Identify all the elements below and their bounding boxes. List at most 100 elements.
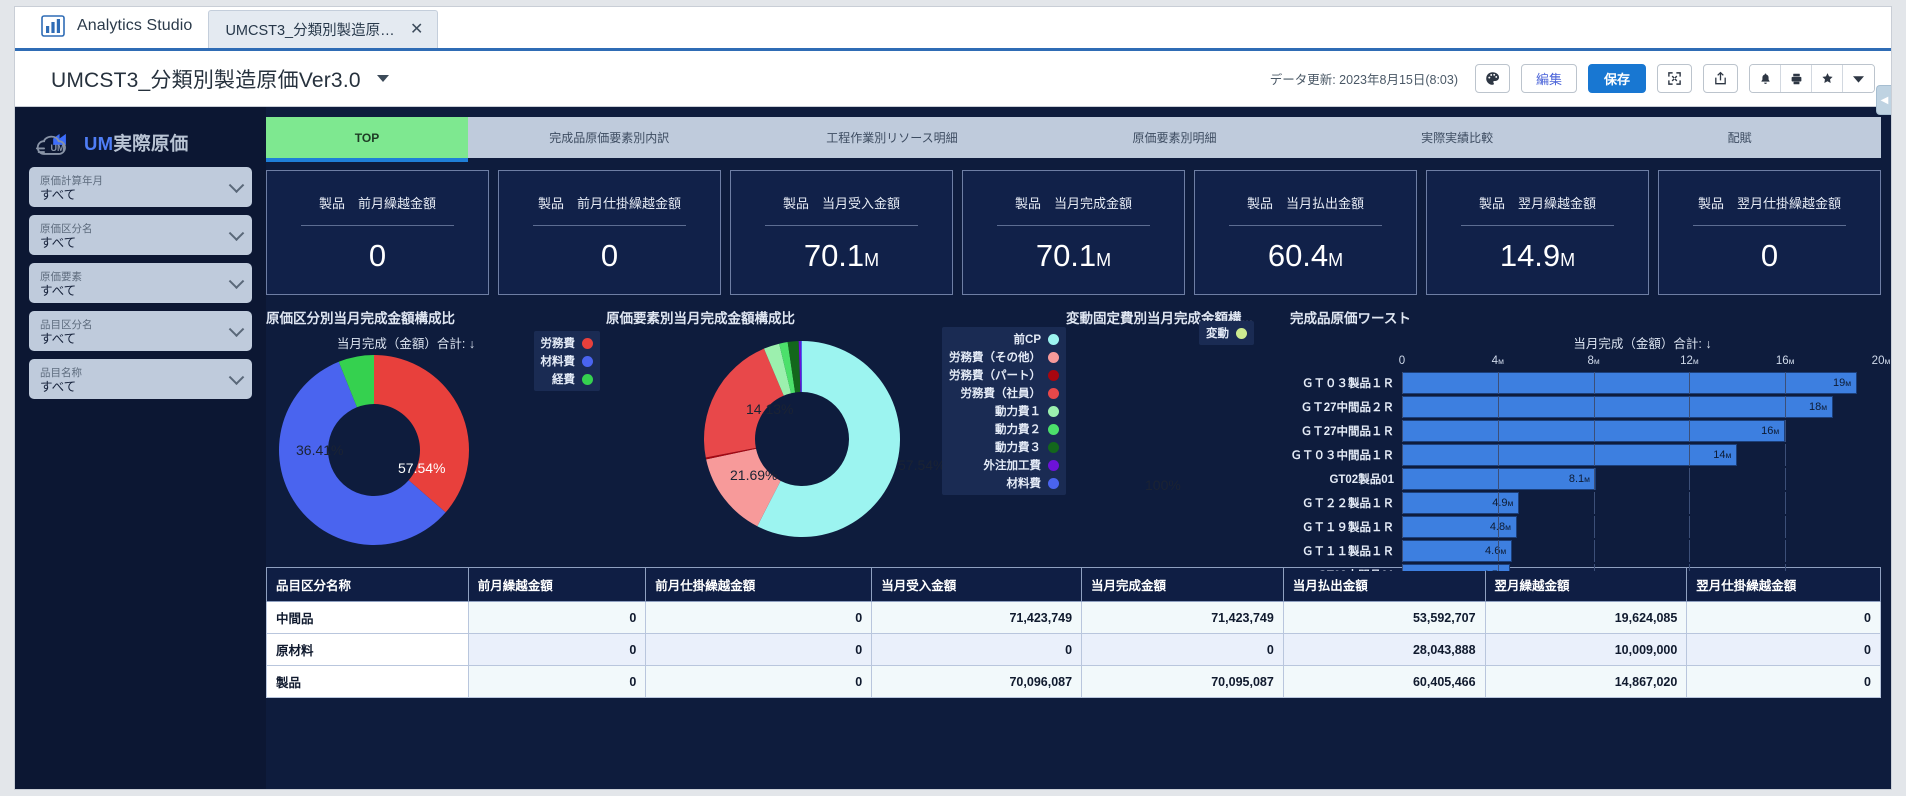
kpi-card-1[interactable]: 製品 前月仕掛繰越金額 0 <box>498 170 721 295</box>
filter-4[interactable]: 品目名称 すべて <box>29 359 252 399</box>
legend-item-6[interactable]: 動力費３ <box>949 439 1059 455</box>
tab-3[interactable]: 原価要素別明細 <box>1033 117 1316 158</box>
bar[interactable]: 4.6 м <box>1402 540 1513 562</box>
filter-3[interactable]: 品目区分名 すべて <box>29 311 252 351</box>
axis-tick-3: 12м <box>1680 355 1699 367</box>
gridline <box>1402 444 1403 466</box>
kpi-card-4[interactable]: 製品 当月払出金額 60.4M <box>1194 170 1417 295</box>
bar-category-label: ＧＴ１１製品１Ｒ <box>1302 546 1394 558</box>
table-row[interactable]: 原材料 0 0 0 0 28,043,888 10,009,000 0 <box>266 633 1881 666</box>
legend-item-8[interactable]: 材料費 <box>949 475 1059 491</box>
filter-2[interactable]: 原価要素 すべて <box>29 263 252 303</box>
kpi-card-6[interactable]: 製品 翌月仕掛繰越金額 0 <box>1658 170 1881 295</box>
dashboard-content: TOP 完成品原価要素別内訳 工程作業別リソース明細 原価要素別明細 実際実績比較 配賦 … <box>266 107 1891 789</box>
table-cell-value: 0 <box>645 665 873 698</box>
print-icon[interactable] <box>1781 65 1812 92</box>
legend-item-1[interactable]: 労務費（その他） <box>949 349 1059 365</box>
bar[interactable]: 8.1 м <box>1402 468 1596 490</box>
filter-0[interactable]: 原価計算年月 すべて <box>29 167 252 207</box>
legend-item-1[interactable]: 材料費 <box>541 353 593 369</box>
filter-1[interactable]: 原価区分名 すべて <box>29 215 252 255</box>
kpi-card-3[interactable]: 製品 当月完成金額 70.1M <box>962 170 1185 295</box>
bar[interactable]: 19 м <box>1402 372 1858 394</box>
table-column-header-2[interactable]: 前月仕掛繰越金額 <box>645 567 873 602</box>
legend-label: 動力費１ <box>995 406 1041 418</box>
bar-row-0[interactable]: ＧＴ０３製品１Ｒ 19 м <box>1284 371 1881 395</box>
bar-row-2[interactable]: ＧＴ27中間品１Ｒ 16 м <box>1284 419 1881 443</box>
chart-legend[interactable]: 前CP 労務費（その他） 労務費（パート） 労務費（社員） 動力費１ 動力費２ 動力費３ 外注… <box>942 327 1066 495</box>
table-column-header-7[interactable]: 翌月仕掛繰越金額 <box>1686 567 1881 602</box>
bar-track: 19 м <box>1402 372 1881 394</box>
table-cell-value: 28,043,888 <box>1282 633 1486 666</box>
close-icon[interactable]: ✕ <box>408 21 425 38</box>
kpi-card-0[interactable]: 製品 前月繰越金額 0 <box>266 170 489 295</box>
kpi-card-2[interactable]: 製品 当月受入金額 70.1M <box>730 170 953 295</box>
table-column-header-1[interactable]: 前月繰越金額 <box>467 567 647 602</box>
share-button[interactable] <box>1703 64 1738 93</box>
table-column-header-4[interactable]: 当月完成金額 <box>1081 567 1284 602</box>
table-cell-value: 14,867,020 <box>1484 665 1688 698</box>
donut-slice-0[interactable] <box>374 355 469 513</box>
legend-item-2[interactable]: 経費 <box>541 371 593 387</box>
bar[interactable]: 4.8м <box>1402 516 1517 538</box>
tab-0[interactable]: TOP <box>266 117 468 162</box>
tab-4[interactable]: 実際実績比較 <box>1315 117 1599 158</box>
chart-variable-fixed-donut[interactable]: 変動固定費別当月完成金額構... 100% 変動 <box>1066 307 1284 557</box>
table-column-header-3[interactable]: 当月受入金額 <box>871 567 1083 602</box>
bell-icon[interactable] <box>1750 65 1781 92</box>
panel-collapse-handle[interactable]: ◀ <box>1876 85 1891 115</box>
bar-row-7[interactable]: ＧＴ１１製品１Ｒ 4.6 м <box>1284 539 1881 563</box>
chart-cost-element-donut[interactable]: 原価要素別当月完成金額構成比 14.13% 21.69% 57.54% 前CP 労… <box>606 307 1066 557</box>
title-chevron-down-icon[interactable] <box>376 75 389 82</box>
chart-legend[interactable]: 労務費 材料費 経費 <box>533 331 600 391</box>
bar-row-4[interactable]: GT02製品01 8.1 м <box>1284 467 1881 491</box>
legend-item-0[interactable]: 変動 <box>1206 325 1247 341</box>
bar-row-1[interactable]: ＧＴ27中間品２Ｒ 18 м <box>1284 395 1881 419</box>
legend-label: 労務費（パート） <box>949 370 1041 382</box>
bar-row-5[interactable]: ＧＴ２２製品１Ｒ 4.9 м <box>1284 491 1881 515</box>
table-column-header-6[interactable]: 翌月繰越金額 <box>1484 567 1688 602</box>
data-refresh-text: データ更新: 2023年8月15日(8:03) <box>1269 73 1458 87</box>
legend-item-4[interactable]: 動力費１ <box>949 403 1059 419</box>
kpi-divider <box>996 225 1151 226</box>
bar[interactable]: 14 м <box>1402 444 1738 466</box>
legend-item-5[interactable]: 動力費２ <box>949 421 1059 437</box>
bar[interactable]: 4.5м <box>1402 564 1510 571</box>
summary-table: 品目区分名称 前月繰越金額 前月仕掛繰越金額 当月受入金額 当月完成金額 当月払出金額 翌月… <box>266 567 1881 698</box>
chart-legend[interactable]: 変動 <box>1199 321 1254 345</box>
save-button[interactable]: 保存 <box>1588 64 1646 93</box>
bar-row-3[interactable]: ＧＴ０３中間品１Ｒ 14 м <box>1284 443 1881 467</box>
table-column-header-5[interactable]: 当月払出金額 <box>1282 567 1486 602</box>
document-tab[interactable]: UMCST3_分類別製造原価V... ✕ <box>208 10 439 48</box>
star-icon[interactable] <box>1812 65 1843 92</box>
legend-item-2[interactable]: 労務費（パート） <box>949 367 1059 383</box>
legend-item-0[interactable]: 前CP <box>949 331 1059 347</box>
kpi-card-5[interactable]: 製品 翌月繰越金額 14.9M <box>1426 170 1649 295</box>
palette-icon-button[interactable] <box>1475 64 1510 93</box>
legend-item-3[interactable]: 労務費（社員） <box>949 385 1059 401</box>
legend-item-7[interactable]: 外注加工費 <box>949 457 1059 473</box>
legend-swatch <box>1048 387 1059 399</box>
edit-button[interactable]: 編集 <box>1521 64 1577 93</box>
tab-2[interactable]: 工程作業別リソース明細 <box>750 117 1034 158</box>
table-cell-value: 60,405,466 <box>1282 665 1486 698</box>
fullscreen-button[interactable] <box>1657 64 1692 93</box>
kpi-number: 70.1 <box>1035 238 1097 273</box>
chart-cost-division-donut[interactable]: 原価区分別当月完成金額構成比 当月完成（金額）合計: ↓ 36.41% 57.5… <box>266 307 606 557</box>
kpi-unit: M <box>1328 250 1344 270</box>
bar-category-label: ＧＴ27中間品２Ｒ <box>1300 402 1394 414</box>
chevron-down-icon[interactable] <box>1843 65 1874 92</box>
brand-tab[interactable]: Analytics Studio <box>35 7 208 48</box>
chart-worst-finished-cost-bar[interactable]: 完成品原価ワースト 当月完成（金額）合計: ↓ 0 4м 8м 12м 16м 20м Ｇ… <box>1284 307 1890 571</box>
bar-row-6[interactable]: ＧＴ１９製品１Ｒ 4.8м <box>1284 515 1881 539</box>
tab-1[interactable]: 完成品原価要素別内訳 <box>468 117 751 158</box>
table-cell-value: 71,423,749 <box>871 601 1083 634</box>
bar[interactable]: 4.9 м <box>1402 492 1520 514</box>
table-row[interactable]: 製品 0 0 70,096,087 70,095,087 60,405,466 14,867… <box>266 665 1881 698</box>
bar-row-8[interactable]: GT02中間品014.5м <box>1284 563 1881 571</box>
table-row[interactable]: 中間品 0 0 71,423,749 71,423,749 53,592,707 19,62… <box>266 601 1881 634</box>
table-column-header-0[interactable]: 品目区分名称 <box>266 567 469 602</box>
bar[interactable]: 18 м <box>1402 396 1834 418</box>
tab-5[interactable]: 配賦 <box>1598 117 1881 158</box>
legend-item-0[interactable]: 労務費 <box>541 335 593 351</box>
